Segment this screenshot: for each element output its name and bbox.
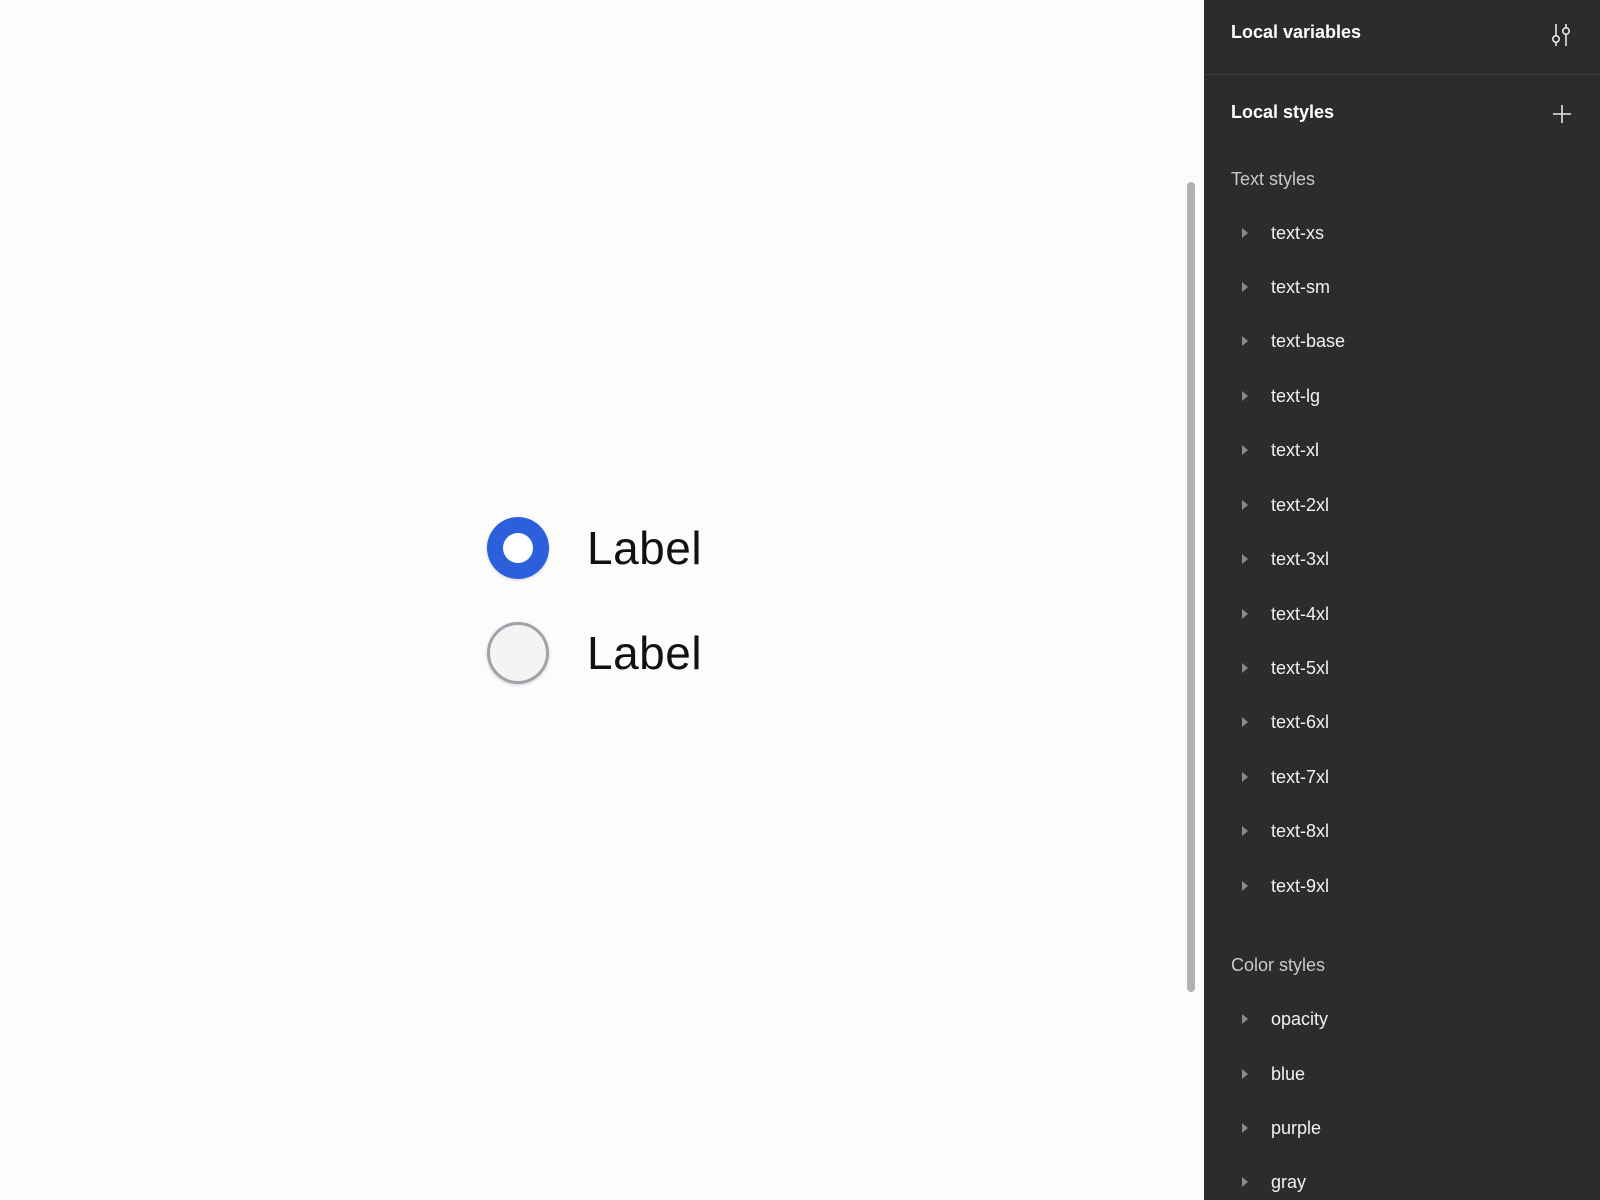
color-style-label: purple <box>1271 1117 1322 1138</box>
sliders-icon[interactable] <box>1548 22 1574 48</box>
text-style-item[interactable]: text-xs <box>1204 215 1600 251</box>
caret-right-icon[interactable] <box>1242 1069 1248 1079</box>
text-style-item[interactable]: text-2xl <box>1204 487 1600 523</box>
color-style-label: blue <box>1271 1063 1306 1084</box>
caret-right-icon[interactable] <box>1242 391 1248 401</box>
caret-right-icon[interactable] <box>1242 282 1248 292</box>
radio-option-1[interactable]: Label <box>487 517 702 579</box>
radio-button-checked[interactable] <box>487 517 549 579</box>
text-style-item[interactable]: text-lg <box>1204 378 1600 414</box>
color-style-item[interactable]: gray <box>1204 1164 1600 1200</box>
text-style-item[interactable]: text-4xl <box>1204 596 1600 632</box>
text-style-label: text-4xl <box>1271 603 1330 624</box>
styles-panel: Local variables Local styles Text styles… <box>1204 0 1600 1200</box>
text-style-item[interactable]: text-7xl <box>1204 759 1600 795</box>
text-style-label: text-9xl <box>1271 875 1330 896</box>
caret-right-icon[interactable] <box>1242 336 1248 346</box>
text-style-item[interactable]: text-sm <box>1204 269 1600 305</box>
radio-button-unchecked[interactable] <box>487 622 549 684</box>
text-style-item[interactable]: text-9xl <box>1204 868 1600 904</box>
caret-right-icon[interactable] <box>1242 717 1248 727</box>
local-styles-header[interactable]: Local styles <box>1204 75 1600 155</box>
design-canvas[interactable]: Label Label <box>0 0 1204 1200</box>
local-variables-title: Local variables <box>1231 22 1362 42</box>
text-style-label: text-2xl <box>1271 494 1330 515</box>
caret-right-icon[interactable] <box>1242 1177 1248 1187</box>
text-style-item[interactable]: text-xl <box>1204 432 1600 468</box>
caret-right-icon[interactable] <box>1242 445 1248 455</box>
canvas-scrollbar[interactable] <box>1187 182 1195 992</box>
text-style-item[interactable]: text-5xl <box>1204 650 1600 686</box>
text-style-label: text-base <box>1271 330 1346 351</box>
text-style-label: text-xs <box>1271 222 1325 243</box>
text-style-item[interactable]: text-8xl <box>1204 813 1600 849</box>
color-style-label: opacity <box>1271 1008 1329 1029</box>
caret-right-icon[interactable] <box>1242 826 1248 836</box>
caret-right-icon[interactable] <box>1242 1123 1248 1133</box>
caret-right-icon[interactable] <box>1242 881 1248 891</box>
text-style-item[interactable]: text-6xl <box>1204 704 1600 740</box>
caret-right-icon[interactable] <box>1242 663 1248 673</box>
text-style-label: text-8xl <box>1271 820 1330 841</box>
text-style-label: text-3xl <box>1271 548 1330 569</box>
text-style-label: text-lg <box>1271 385 1321 406</box>
caret-right-icon[interactable] <box>1242 554 1248 564</box>
local-variables-header[interactable]: Local variables <box>1204 0 1600 75</box>
text-style-item[interactable]: text-base <box>1204 323 1600 359</box>
caret-right-icon[interactable] <box>1242 500 1248 510</box>
color-style-item[interactable]: opacity <box>1204 1001 1600 1037</box>
radio-label: Label <box>587 522 703 574</box>
caret-right-icon[interactable] <box>1242 228 1248 238</box>
radio-option-2[interactable]: Label <box>487 622 702 684</box>
radio-label: Label <box>587 627 703 679</box>
text-style-item[interactable]: text-3xl <box>1204 541 1600 577</box>
caret-right-icon[interactable] <box>1242 1014 1248 1024</box>
text-styles-heading: Text styles <box>1231 169 1316 189</box>
text-style-label: text-6xl <box>1271 711 1330 732</box>
color-style-item[interactable]: blue <box>1204 1056 1600 1092</box>
color-style-item[interactable]: purple <box>1204 1110 1600 1146</box>
plus-icon[interactable] <box>1550 102 1574 126</box>
local-styles-title: Local styles <box>1231 102 1335 122</box>
text-style-label: text-5xl <box>1271 657 1330 678</box>
text-style-label: text-7xl <box>1271 766 1330 787</box>
text-style-label: text-xl <box>1271 439 1320 460</box>
text-style-label: text-sm <box>1271 276 1331 297</box>
color-style-label: gray <box>1271 1171 1307 1192</box>
caret-right-icon[interactable] <box>1242 772 1248 782</box>
radio-dot <box>503 533 533 563</box>
caret-right-icon[interactable] <box>1242 609 1248 619</box>
color-styles-heading: Color styles <box>1231 955 1326 975</box>
